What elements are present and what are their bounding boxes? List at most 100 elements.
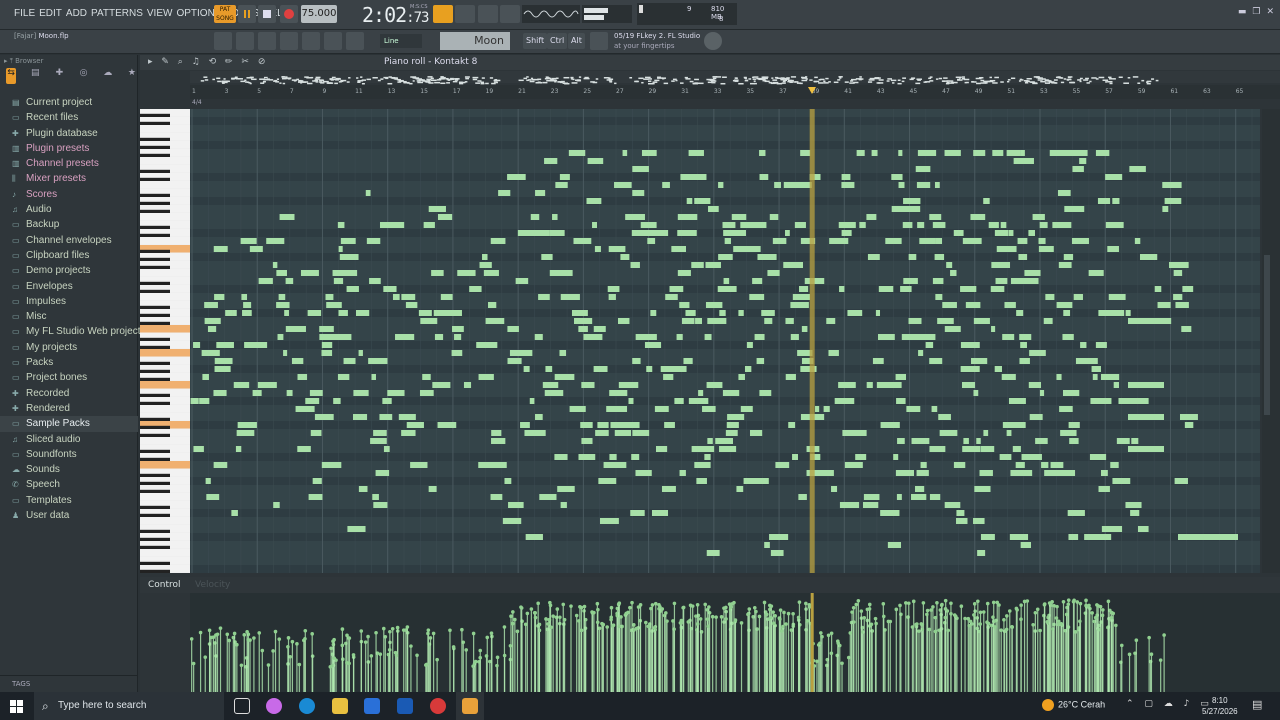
- browser-item[interactable]: ▭ Backup: [0, 217, 138, 232]
- tempo-display[interactable]: 75.000: [301, 5, 337, 23]
- browser-item[interactable]: ▭ Sample Packs: [0, 416, 138, 432]
- alt-key-button[interactable]: Alt: [568, 33, 585, 49]
- pattern-song-toggle[interactable]: PAT SONG: [214, 5, 236, 23]
- browser-sample-tab-icon[interactable]: ◎: [79, 68, 89, 84]
- view-piano-roll-icon[interactable]: [258, 32, 276, 50]
- minimize-icon[interactable]: ▬: [1238, 7, 1247, 17]
- browser-item[interactable]: ▥ Plugin presets: [0, 141, 138, 156]
- browser-star-tab-icon[interactable]: ★: [127, 68, 137, 84]
- browser-item[interactable]: ▭ Impulses: [0, 294, 138, 309]
- browser-item[interactable]: ▭ Project bones: [0, 370, 138, 385]
- record-button[interactable]: [280, 5, 298, 23]
- system-tray[interactable]: ⌃ ▢ ☁ ♪ ▭: [1126, 699, 1213, 709]
- view-browser-icon[interactable]: [280, 32, 298, 50]
- browser-item[interactable]: ▭ Envelopes: [0, 279, 138, 294]
- piano-keyboard[interactable]: [140, 109, 190, 577]
- note-grid[interactable]: [190, 109, 1260, 573]
- task-view-icon[interactable]: [234, 698, 250, 714]
- browser-item[interactable]: ▭ Channel envelopes: [0, 233, 138, 248]
- ruler-bar-label: 31: [681, 88, 689, 95]
- close-icon[interactable]: ✕: [1266, 7, 1274, 17]
- browser-item[interactable]: ✚ Recorded: [0, 386, 138, 401]
- menu-patterns[interactable]: PATTERNS: [91, 8, 143, 19]
- pattern-overview[interactable]: [190, 71, 1280, 85]
- browser-item[interactable]: ▭ Packs: [0, 355, 138, 370]
- view-channel-icon[interactable]: [324, 32, 342, 50]
- notification-icon[interactable]: ▤: [1252, 698, 1262, 711]
- control-selector[interactable]: Control: [148, 580, 181, 590]
- menu-file[interactable]: FILE: [14, 8, 35, 19]
- view-mixer-icon[interactable]: [302, 32, 320, 50]
- store-icon[interactable]: [364, 698, 380, 714]
- velocity-lane[interactable]: [189, 593, 1280, 692]
- overview-note: [385, 77, 389, 80]
- copilot-icon[interactable]: [266, 698, 282, 714]
- tags-bar[interactable]: TAGS: [0, 675, 138, 692]
- windows-start-icon[interactable]: [10, 699, 24, 713]
- browser-item[interactable]: ▭ Demo projects: [0, 263, 138, 278]
- wait-icon[interactable]: [478, 5, 498, 23]
- browser-item[interactable]: ▥ Channel presets: [0, 156, 138, 171]
- velocity-handle: [1162, 633, 1166, 637]
- shift-key-button[interactable]: Shift: [523, 33, 548, 49]
- play-button[interactable]: [238, 5, 256, 23]
- browser-item[interactable]: ⫼ Mixer presets: [0, 171, 138, 186]
- preset-icon: ▥: [12, 143, 20, 153]
- browser-item[interactable]: ✆ Speech: [0, 477, 138, 492]
- browser-item[interactable]: ♟ User data: [0, 508, 138, 523]
- edge-icon[interactable]: [299, 698, 315, 714]
- stop-button[interactable]: [258, 5, 276, 23]
- news-ticker[interactable]: 05/19 FLkey 2. FL Studio at your fingerti…: [614, 31, 700, 51]
- preset-display[interactable]: Moon: [440, 32, 510, 50]
- browser-item[interactable]: ♫ Sliced audio: [0, 432, 138, 447]
- overview-note: [837, 79, 841, 81]
- browser-item[interactable]: ▭ Soundfonts: [0, 447, 138, 462]
- countdown-icon[interactable]: [455, 5, 475, 23]
- microphone-icon[interactable]: [346, 32, 364, 50]
- overview-note: [472, 76, 479, 79]
- menu-add[interactable]: ADD: [66, 8, 87, 19]
- taskbar-search[interactable]: ⌕ Type here to search: [34, 692, 224, 720]
- browser-cloud-tab-icon[interactable]: ☁: [103, 68, 113, 84]
- note: [1098, 310, 1110, 316]
- browser-doc-tab-icon[interactable]: ▤: [30, 68, 40, 84]
- mail-icon[interactable]: [397, 698, 413, 714]
- account-icon[interactable]: [704, 32, 722, 50]
- browser-item[interactable]: ✚ Rendered: [0, 401, 138, 416]
- snap-select[interactable]: Line: [380, 34, 422, 48]
- browser-item[interactable]: ▭ Recent files: [0, 110, 138, 125]
- browser-item[interactable]: ▭ Clipboard files: [0, 248, 138, 263]
- menu-edit[interactable]: EDIT: [39, 8, 62, 19]
- browser-item[interactable]: ▭ My FL Studio Web projects: [0, 324, 146, 339]
- view-playlist-icon[interactable]: [214, 32, 232, 50]
- taskbar-clock[interactable]: 8:10 5/27/2026: [1202, 695, 1238, 717]
- news-icon[interactable]: [590, 32, 608, 50]
- app-red-icon[interactable]: [430, 698, 446, 714]
- browser-item[interactable]: ✚ Plugin database: [0, 126, 138, 141]
- browser-item[interactable]: ▭ My projects: [0, 340, 138, 355]
- scrollbar-thumb[interactable]: [1264, 255, 1270, 415]
- view-channel-rack-icon[interactable]: [236, 32, 254, 50]
- note: [440, 294, 453, 300]
- metronome-icon[interactable]: [500, 5, 520, 23]
- browser-item[interactable]: ♪ Scores: [0, 187, 138, 202]
- timeline-ruler[interactable]: 1 3 5 7 9 11 13 15 17 19 21 23 25 27 29 31 33 35 37 39 41 43 4…: [190, 85, 1280, 99]
- file-explorer-icon[interactable]: [332, 698, 348, 714]
- browser-item[interactable]: ▭ Templates: [0, 493, 138, 508]
- note: [463, 382, 472, 388]
- browser-plug-tab-icon[interactable]: ✚: [54, 68, 64, 84]
- note: [1006, 430, 1012, 436]
- browser-all-tab-icon[interactable]: ⇆: [6, 68, 17, 84]
- browser-item[interactable]: ▭ Misc: [0, 309, 138, 324]
- piano-roll-tools[interactable]: ▸ ✎ ⌕ ♫ ⟲ ✏ ✂ ⊘: [148, 57, 268, 67]
- ctrl-key-button[interactable]: Ctrl: [547, 33, 568, 49]
- song-mode-icon[interactable]: [433, 5, 453, 23]
- maximize-icon[interactable]: ❐: [1252, 7, 1260, 17]
- browser-item[interactable]: ♫ Audio: [0, 202, 138, 217]
- menu-view[interactable]: VIEW: [147, 8, 173, 19]
- browser-item[interactable]: ☁ Sounds: [0, 462, 138, 477]
- velocity-handle: [786, 611, 791, 616]
- browser-item[interactable]: ▤ Current project: [0, 95, 138, 110]
- playhead-marker[interactable]: [807, 87, 816, 94]
- weather-widget[interactable]: 26°C Cerah: [1042, 699, 1105, 711]
